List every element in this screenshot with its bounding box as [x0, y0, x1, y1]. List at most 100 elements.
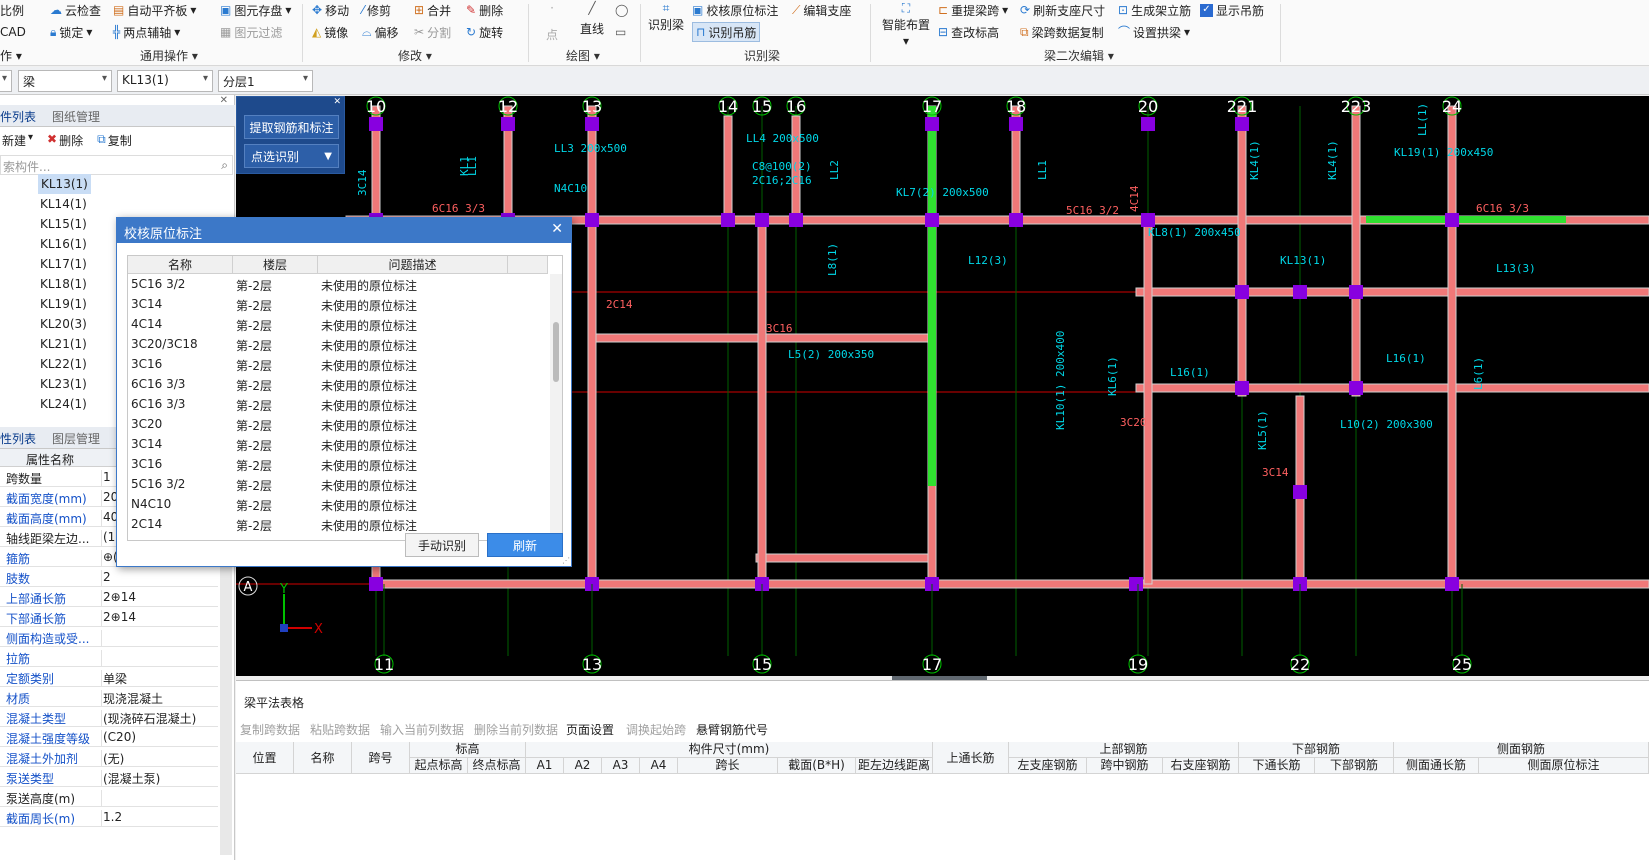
list-item[interactable]: KL21(1) [40, 334, 87, 354]
pick-identify-button[interactable]: 点选识别 ▼ [244, 144, 339, 168]
auto-level-button[interactable]: ▤ 自动平齐板 ▾ [113, 0, 196, 20]
table-row[interactable]: 4C14 第-2层 未使用的原位标注 [128, 315, 548, 335]
extract-rebar-button[interactable]: 提取钢筋和标注 [244, 115, 339, 139]
splitter-handle[interactable] [892, 676, 987, 680]
tab-layer-management[interactable]: 图层管理 [52, 430, 100, 447]
table-toolbar-button[interactable]: 输入当前列数据 [380, 721, 464, 738]
element-select[interactable]: KL13(1) [117, 70, 213, 92]
table-toolbar-button[interactable]: 悬臂钢筋代号 [696, 721, 768, 738]
property-value[interactable] [101, 650, 217, 667]
column-header[interactable]: 距左边线距离 [856, 758, 933, 774]
table-row[interactable]: 3C16 第-2层 未使用的原位标注 [128, 455, 548, 475]
check-annotation-button[interactable]: ▣ 校核原位标注 [692, 0, 778, 20]
property-row[interactable]: 定额类别 单梁 [0, 667, 218, 687]
property-row[interactable]: 下部通长筋 2⊕14 [0, 607, 218, 627]
identify-hanger-button[interactable]: ⊓ 识别吊筋 [692, 22, 761, 42]
property-value[interactable]: (混凝土泵) [101, 770, 217, 787]
column-header[interactable]: 上通长筋 [933, 742, 1009, 774]
list-item[interactable]: KL18(1) [40, 274, 87, 294]
new-button[interactable]: 新建 ▾ [2, 132, 33, 149]
property-row[interactable]: 材质 现浇混凝土 [0, 687, 218, 707]
scale-button[interactable]: 比例 [0, 0, 24, 20]
modify-elevation-button[interactable]: ⊟ 查改标高 [938, 22, 999, 42]
column-header[interactable]: 下部钢筋 [1315, 758, 1394, 774]
cad-button[interactable]: CAD [0, 22, 26, 42]
gen-stirrup-button[interactable]: ⊡ 生成架立筋 [1118, 0, 1191, 20]
property-value[interactable]: (现浇碎石混凝土) [101, 710, 217, 727]
property-value[interactable]: 单梁 [101, 670, 217, 687]
property-row[interactable]: 上部通长筋 2⊕14 [0, 587, 218, 607]
property-value[interactable]: (C20) [101, 730, 217, 747]
property-row[interactable]: 泵送高度(m) [0, 787, 218, 807]
tab-property-list[interactable]: 性列表 [0, 430, 36, 447]
table-toolbar-button[interactable]: 页面设置 [566, 721, 614, 738]
column-header[interactable]: 位置 [236, 742, 294, 774]
two-point-axis-button[interactable]: ╬ 两点辅轴 ▾ [113, 22, 180, 42]
set-arch-button[interactable]: ⌒ 设置拱梁 ▾ [1118, 22, 1190, 42]
column-header-floor[interactable]: 楼层 [233, 256, 318, 274]
property-row[interactable]: 混凝土强度等级 (C20) [0, 727, 218, 747]
list-item[interactable]: KL23(1) [40, 374, 87, 394]
layer-select[interactable]: 分层1 [218, 70, 313, 92]
mirror-button[interactable]: ◭ 镜像 [312, 22, 348, 42]
lock-button[interactable]: 🔒︎ 锁定 ▾ [50, 22, 92, 42]
search-input[interactable]: 索构件... ⌕ [0, 155, 233, 175]
list-item[interactable]: KL13(1) [38, 174, 91, 194]
table-row[interactable]: 2C14 第-2层 未使用的原位标注 [128, 515, 548, 535]
column-header-name[interactable]: 名称 [128, 256, 233, 274]
property-row[interactable]: 泵送类型 (混凝土泵) [0, 767, 218, 787]
table-row[interactable]: 3C20 第-2层 未使用的原位标注 [128, 415, 548, 435]
cloud-check-button[interactable]: ☁ 云检查 [50, 0, 101, 20]
table-row[interactable]: 3C20/3C18 第-2层 未使用的原位标注 [128, 335, 548, 355]
list-item[interactable]: KL20(3) [40, 314, 87, 334]
column-header[interactable]: A3 [602, 758, 640, 774]
property-row[interactable]: 侧面构造或受... [0, 627, 218, 647]
property-value[interactable] [101, 790, 217, 807]
scrollbar[interactable] [550, 274, 562, 540]
edit-support-button[interactable]: ⟋ 编辑支座 [792, 0, 851, 20]
show-hanger-checkbox[interactable]: ✓ 显示吊筋 [1200, 0, 1264, 20]
table-row[interactable]: 5C16 3/2 第-2层 未使用的原位标注 [128, 275, 548, 295]
trim-button[interactable]: ⁄ 修剪 [362, 0, 391, 20]
list-item[interactable]: KL24(1) [40, 394, 87, 414]
column-header[interactable]: 侧面通长筋 [1394, 758, 1479, 774]
point-button[interactable]: · 点 [546, 2, 558, 43]
column-header[interactable]: 侧面原位标注 [1479, 758, 1649, 774]
table-toolbar-button[interactable]: 删除当前列数据 [474, 721, 558, 738]
column-header[interactable]: 跨中钢筋 [1087, 758, 1163, 774]
property-value[interactable]: 2⊕14 [101, 610, 217, 627]
rect-button[interactable]: ▭ [615, 22, 626, 42]
table-row[interactable]: 3C16 第-2层 未使用的原位标注 [128, 355, 548, 375]
close-icon[interactable]: ✕ [333, 97, 341, 107]
property-value[interactable]: 2 [101, 570, 217, 587]
property-value[interactable] [101, 630, 217, 647]
close-icon[interactable]: ✕ [551, 221, 563, 237]
property-value[interactable]: 1.2 [101, 810, 217, 827]
tab-drawing-management[interactable]: 图纸管理 [52, 108, 100, 125]
copy-span-data-button[interactable]: ⧉ 梁跨数据复制 [1020, 22, 1104, 42]
table-row[interactable]: 5C16 3/2 第-2层 未使用的原位标注 [128, 475, 548, 495]
table-row[interactable]: 6C16 3/3 第-2层 未使用的原位标注 [128, 395, 548, 415]
arc-button[interactable]: ◯ [615, 0, 628, 20]
rotate-button[interactable]: ↻ 旋转 [466, 22, 503, 42]
type-select[interactable]: 梁 [18, 70, 112, 92]
move-button[interactable]: ✥ 移动 [312, 0, 349, 20]
resize-grip-icon[interactable]: ⋰ [562, 556, 570, 565]
refresh-button[interactable]: 刷新 [487, 533, 563, 557]
element-save-button[interactable]: ▣ 图元存盘 ▾ [220, 0, 291, 20]
table-toolbar-button[interactable]: 粘贴跨数据 [310, 721, 370, 738]
column-header[interactable]: 名称 [294, 742, 352, 774]
list-item[interactable]: KL15(1) [40, 214, 87, 234]
column-header[interactable]: A4 [640, 758, 678, 774]
column-header[interactable]: 下通长筋 [1239, 758, 1315, 774]
delete-button[interactable]: ✎ 删除 [466, 0, 503, 20]
table-row[interactable]: 3C14 第-2层 未使用的原位标注 [128, 435, 548, 455]
column-header-desc[interactable]: 问题描述 [318, 256, 508, 274]
column-header[interactable]: 左支座钢筋 [1009, 758, 1087, 774]
identify-beam-button[interactable]: ⌗ 识别梁 [648, 2, 684, 33]
column-header[interactable]: A2 [564, 758, 602, 774]
property-row[interactable]: 拉筋 [0, 647, 218, 667]
table-row[interactable]: 6C16 3/3 第-2层 未使用的原位标注 [128, 375, 548, 395]
reextract-span-button[interactable]: ⊏ 重提梁跨 ▾ [938, 0, 1008, 20]
column-header[interactable]: 右支座钢筋 [1163, 758, 1239, 774]
